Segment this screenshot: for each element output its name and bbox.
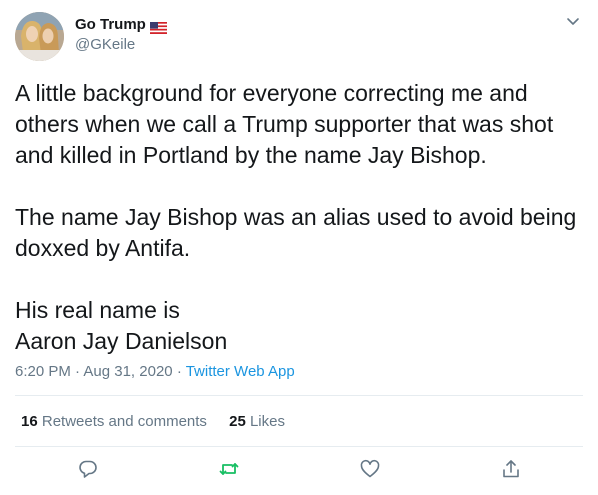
retweet-icon[interactable] xyxy=(218,458,240,480)
reply-icon[interactable] xyxy=(77,458,99,480)
meta-separator: · xyxy=(75,363,81,380)
tweet-source-link[interactable]: Twitter Web App xyxy=(186,363,295,380)
chevron-down-icon[interactable] xyxy=(566,14,580,28)
tweet-text: A little background for everyone correct… xyxy=(15,80,577,354)
likes-stat[interactable]: 25 Likes xyxy=(229,412,285,432)
tweet-date[interactable]: Aug 31, 2020 xyxy=(83,363,172,380)
heart-icon[interactable] xyxy=(359,458,381,480)
retweets-stat[interactable]: 16 Retweets and comments xyxy=(21,412,207,432)
divider xyxy=(15,446,583,447)
user-handle[interactable]: @GKeile xyxy=(75,35,167,55)
tweet-stats: 16 Retweets and comments 25 Likes xyxy=(21,412,285,432)
likes-label: Likes xyxy=(249,413,285,430)
avatar[interactable] xyxy=(15,12,64,61)
tweet-actions xyxy=(0,458,598,482)
tweet-time[interactable]: 6:20 PM xyxy=(15,363,71,380)
tweet-card: Go Trump @GKeile A little background for… xyxy=(0,0,598,495)
us-flag-icon xyxy=(149,20,167,34)
likes-count: 25 xyxy=(229,413,246,430)
meta-separator: · xyxy=(176,363,182,380)
display-name[interactable]: Go Trump xyxy=(75,15,167,35)
tweet-meta: 6:20 PM · Aug 31, 2020 · Twitter Web App xyxy=(15,362,295,382)
retweets-label: Retweets and comments xyxy=(41,413,207,430)
retweets-count: 16 xyxy=(21,413,38,430)
divider xyxy=(15,395,583,396)
user-names: Go Trump @GKeile xyxy=(75,15,167,55)
display-name-text: Go Trump xyxy=(75,16,146,33)
share-icon[interactable] xyxy=(500,458,522,480)
tweet-header: Go Trump @GKeile xyxy=(15,12,586,62)
